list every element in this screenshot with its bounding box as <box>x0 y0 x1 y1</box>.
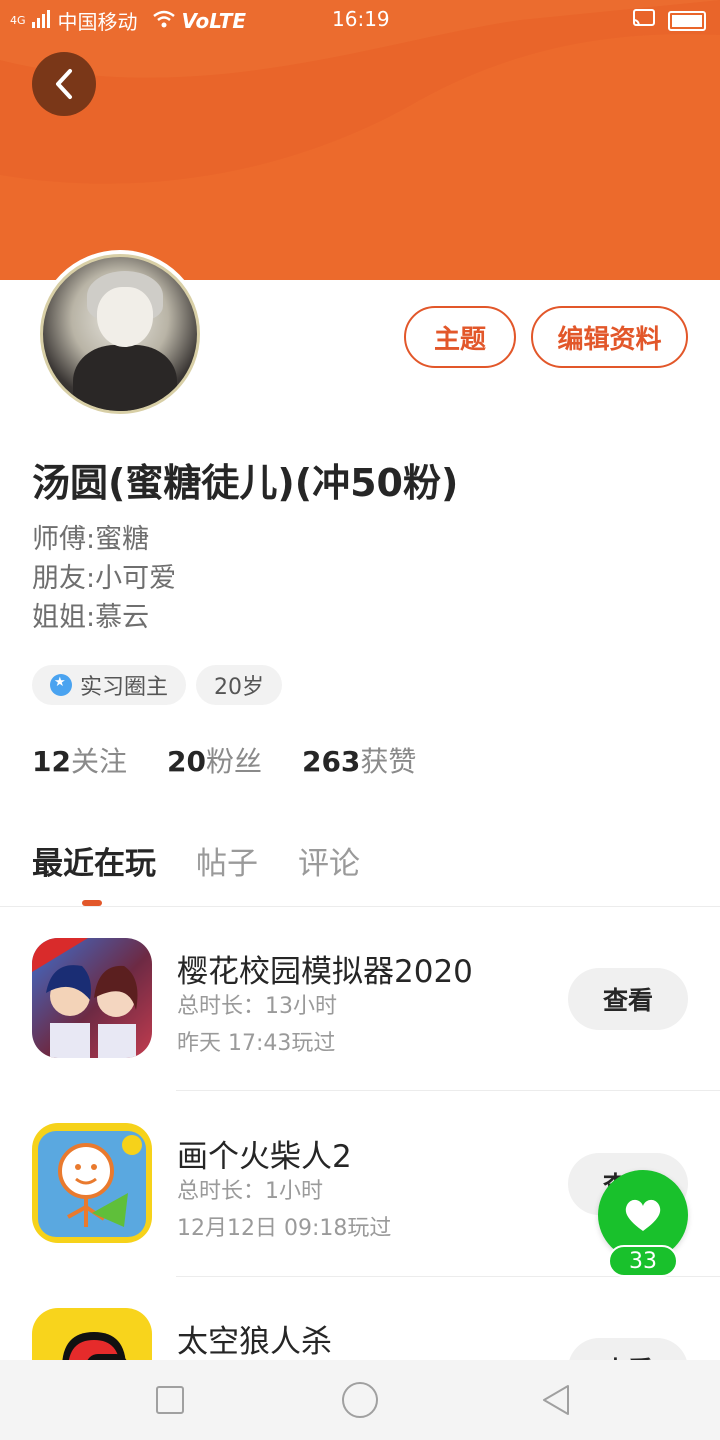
back-nav-icon[interactable] <box>538 1382 574 1422</box>
recent-apps-icon[interactable] <box>156 1386 184 1414</box>
game-title: 樱花校园模拟器2020 <box>177 954 473 990</box>
age-tag-label: 20岁 <box>214 675 265 700</box>
profile-tags: 实习圈主 20岁 <box>32 665 283 705</box>
list-item[interactable]: 樱花校园模拟器2020 总时长：13小时 昨天 17:43玩过 查看 <box>0 920 720 1105</box>
game-title: 画个火柴人2 <box>177 1139 352 1175</box>
avatar[interactable] <box>36 250 204 418</box>
profile-stats: 12关注 20粉丝 263获赞 <box>32 740 416 780</box>
status-bar: 4G 中国移动 VoLTE 16:19 <box>0 0 720 40</box>
following-count: 12 <box>32 745 71 778</box>
tab-recently-played[interactable]: 最近在玩 <box>32 838 156 883</box>
view-button[interactable]: 查看 <box>568 968 688 1030</box>
carrier-name: 中国移动 <box>57 10 138 34</box>
divider <box>0 906 720 907</box>
following-stat[interactable]: 12关注 <box>32 740 127 780</box>
followers-count: 20 <box>166 745 206 778</box>
system-nav-bar <box>0 1360 720 1440</box>
avatar-image <box>40 254 200 414</box>
volte-label: VoLTE <box>181 8 247 33</box>
divider <box>176 1090 720 1091</box>
game-title: 太空狼人杀 <box>177 1324 332 1360</box>
followers-label: 粉丝 <box>205 745 262 778</box>
profile-tabs: 最近在玩 帖子 评论 <box>32 838 360 883</box>
cast-icon <box>632 8 656 33</box>
theme-button[interactable]: 主题 <box>404 306 516 368</box>
network-type: 4G <box>10 14 26 27</box>
clock: 16:19 <box>332 7 390 31</box>
bio-line: 师傅:蜜糖 <box>32 524 150 555</box>
username: 汤圆(蜜糖徒儿)(冲50粉) <box>32 461 459 505</box>
likes-label: 获赞 <box>360 745 417 778</box>
game-icon-sakura <box>32 938 152 1058</box>
bio-line: 姐姐:慕云 <box>32 602 150 633</box>
badge-icon <box>50 674 72 696</box>
signal-icon <box>31 9 52 33</box>
back-button[interactable] <box>32 52 96 116</box>
last-played: 昨天 17:43玩过 <box>177 1031 336 1056</box>
battery-icon <box>668 10 706 31</box>
header-banner <box>0 0 720 280</box>
role-tag[interactable]: 实习圈主 <box>32 665 187 705</box>
bio: 师傅:蜜糖 朋友:小可爱 姐姐:慕云 <box>32 520 176 637</box>
age-tag: 20岁 <box>196 665 283 705</box>
play-duration: 总时长：13小时 <box>177 994 337 1019</box>
play-duration: 总时长：1小时 <box>177 1179 323 1204</box>
heart-icon <box>625 1199 661 1231</box>
bio-line: 朋友:小可爱 <box>32 563 177 594</box>
last-played: 12月12日 09:18玩过 <box>177 1216 392 1241</box>
like-count: 33 <box>608 1245 678 1277</box>
game-meta: 总时长：1小时 12月12日 09:18玩过 <box>177 1173 391 1247</box>
game-icon-stickman <box>32 1123 152 1243</box>
wifi-icon <box>152 9 176 33</box>
following-label: 关注 <box>70 745 127 778</box>
followers-stat[interactable]: 20粉丝 <box>167 740 262 780</box>
profile-page: 4G 中国移动 VoLTE 16:19 主题 编辑资料 汤圆(蜜糖徒儿)(冲50… <box>0 0 720 1440</box>
banner-wave <box>0 0 720 184</box>
likes-stat[interactable]: 263获赞 <box>302 740 416 780</box>
tab-posts[interactable]: 帖子 <box>196 838 258 883</box>
tab-comments[interactable]: 评论 <box>298 838 360 883</box>
likes-count: 263 <box>301 745 361 778</box>
game-meta: 总时长：13小时 昨天 17:43玩过 <box>177 988 337 1062</box>
role-tag-label: 实习圈主 <box>80 675 169 700</box>
edit-profile-button[interactable]: 编辑资料 <box>531 306 688 368</box>
home-icon[interactable] <box>342 1382 378 1418</box>
chevron-left-icon <box>56 69 72 99</box>
